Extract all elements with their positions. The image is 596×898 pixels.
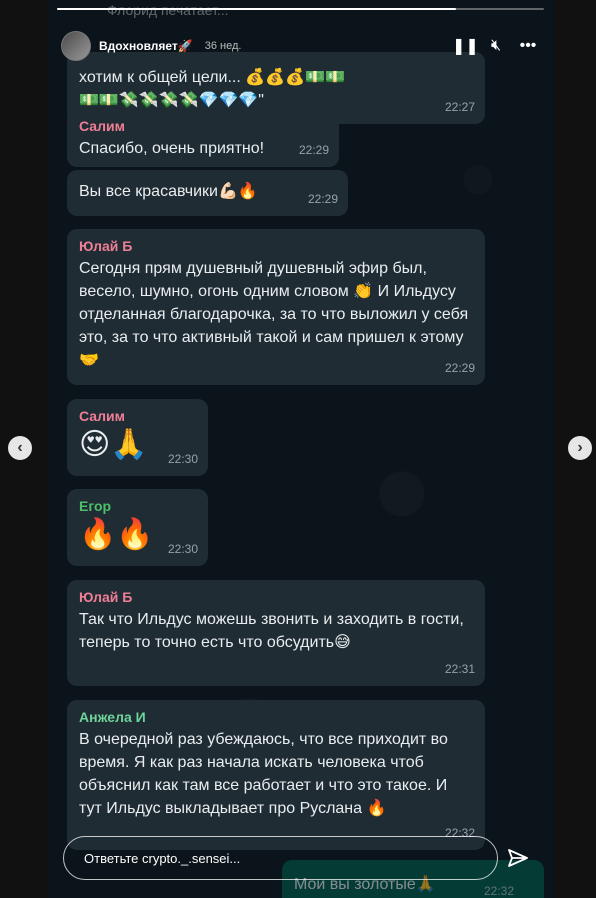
message-time: 22:29 [298, 143, 329, 157]
ghost-chat-header: Флорид печатает... [107, 2, 229, 18]
message-bubble: Салим Спасибо, очень приятно! 22:29 [67, 109, 339, 167]
message-sender: Анжела И [79, 709, 146, 725]
story-progress-fill [57, 8, 457, 10]
more-icon[interactable]: ••• [516, 37, 540, 55]
story-header: Вдохновляет🚀 36 нед. ❚❚ 🔇︎ ••• [61, 30, 540, 62]
message-bubble: Юлай Б Сегодня прям душевный душевный эф… [67, 229, 485, 385]
message-text: Спасибо, очень приятно! [79, 140, 265, 157]
author-avatar[interactable] [61, 31, 91, 61]
message-text: хотим к общей цели... 💰💰💰💵💵 💵💵💸💸💸💸💎💎💎" [79, 69, 345, 109]
message-sender: Салим [79, 408, 125, 424]
message-text: В очередной раз убеждаюсь, что все прихо… [79, 731, 448, 817]
message-bubble: Анжела И В очередной раз убеждаюсь, что … [67, 700, 485, 850]
message-bubble: Егор 🔥🔥 22:30 [67, 489, 208, 566]
message-sender: Юлай Б [79, 589, 133, 605]
mute-icon[interactable]: 🔇︎ [484, 37, 508, 55]
message-time: 22:31 [444, 662, 475, 676]
message-bubble: Салим 😍🙏 22:30 [67, 399, 208, 476]
pause-icon[interactable]: ❚❚ [452, 36, 479, 56]
author-name[interactable]: Вдохновляет🚀 [99, 39, 193, 53]
message-time: 22:29 [307, 192, 338, 206]
send-icon[interactable] [506, 846, 530, 870]
story-age: 36 нед. [204, 40, 242, 52]
previous-story-button[interactable]: ‹ [8, 436, 32, 460]
reply-placeholder: Ответьте crypto._.sensei... [84, 851, 241, 866]
message-time: 22:29 [444, 361, 475, 375]
message-sender: Салим [79, 118, 125, 134]
message-time: 22:30 [167, 542, 198, 556]
outgoing-message-time: 22:32 [483, 884, 514, 898]
message-sender: Егор [79, 498, 112, 514]
message-text: Сегодня прям душевный душевный эфир был,… [79, 260, 469, 369]
message-bubble: Вы все красавчики💪🏻🔥 22:29 [67, 170, 348, 216]
message-bubble: Юлай Б Так что Ильдус можешь звонить и з… [67, 580, 485, 686]
message-time: 22:30 [167, 452, 198, 466]
story-frame: Флорид печатает... Вдохновляет🚀 36 нед. … [47, 0, 554, 898]
story-progress-bar [57, 8, 544, 10]
message-text: Вы все красавчики💪🏻🔥 [79, 183, 258, 200]
message-time: 22:27 [444, 100, 475, 114]
message-sender: Юлай Б [79, 238, 133, 254]
next-story-button[interactable]: › [568, 436, 592, 460]
message-text: Так что Ильдус можешь звонить и заходить… [79, 611, 464, 651]
reply-input[interactable]: Ответьте crypto._.sensei... [63, 836, 498, 880]
